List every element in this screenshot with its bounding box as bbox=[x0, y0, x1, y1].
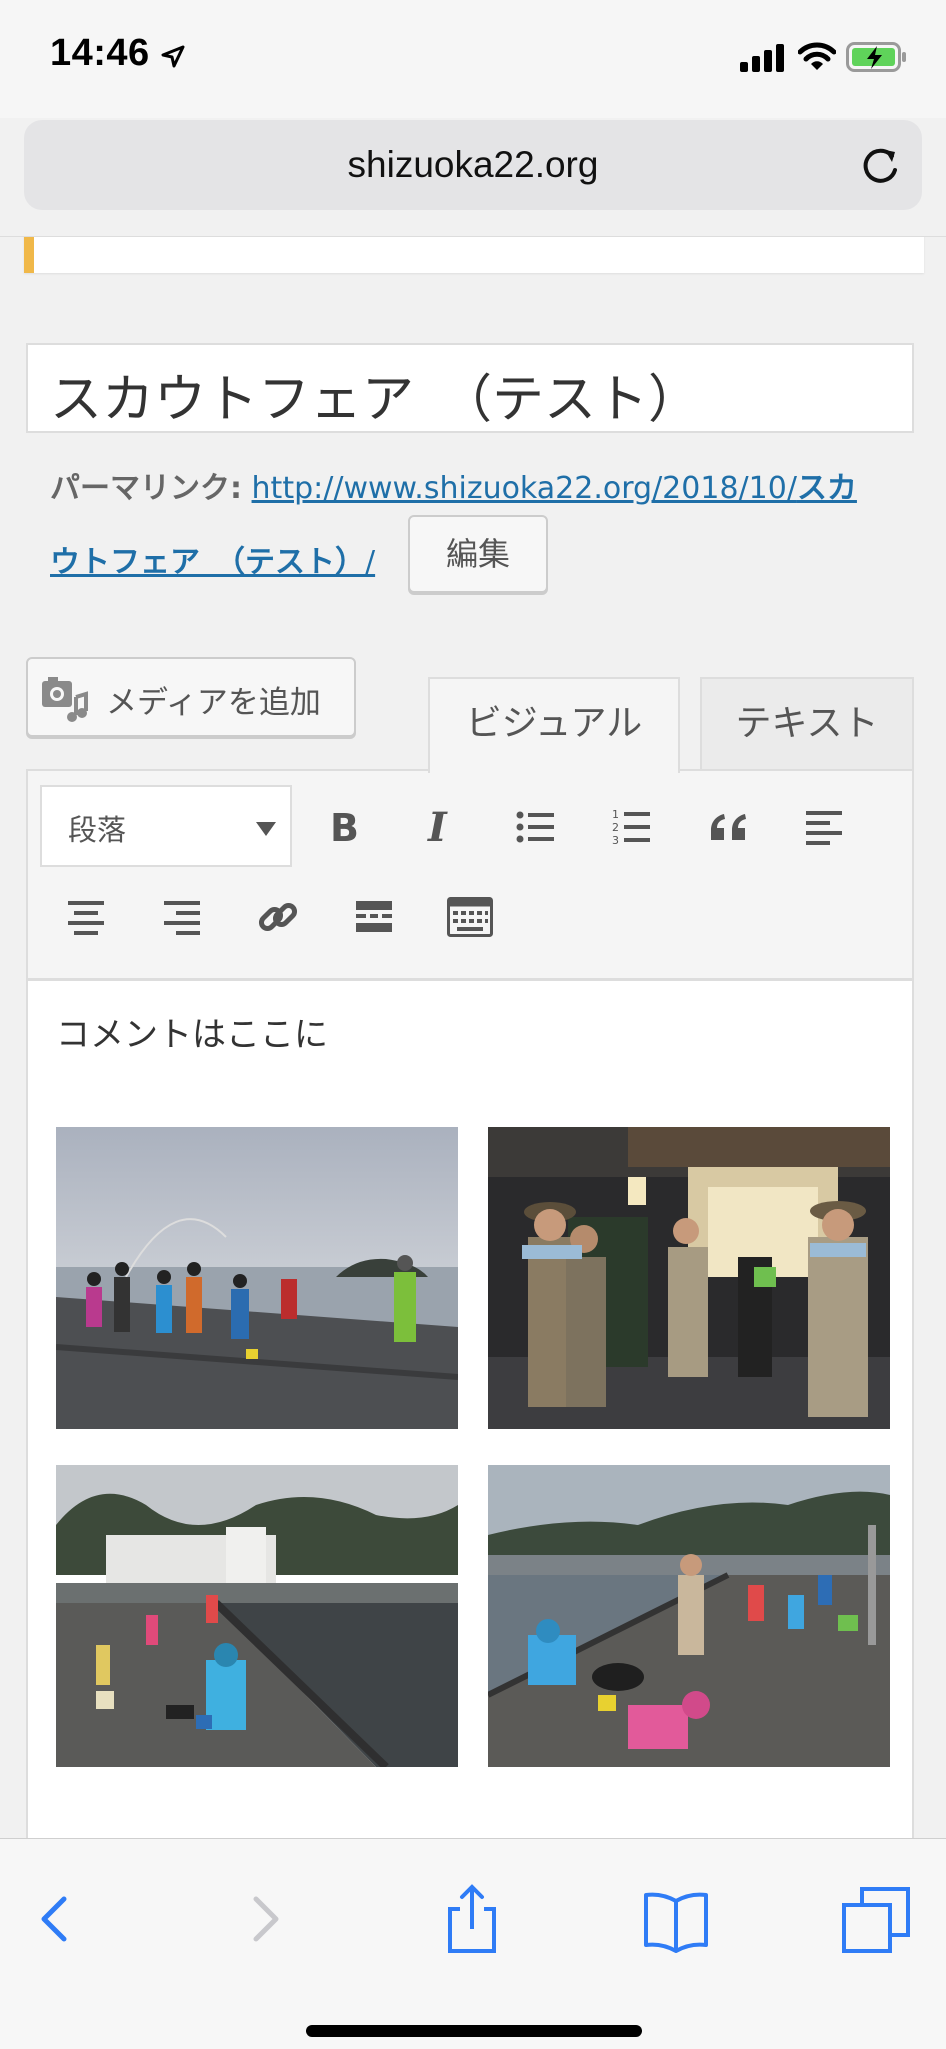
reload-icon[interactable] bbox=[858, 144, 902, 192]
scouts-evening-photo[interactable] bbox=[488, 1127, 890, 1429]
editor-toolbar: 段落 B I 1 2 3 bbox=[26, 769, 914, 981]
link-icon[interactable] bbox=[246, 885, 310, 949]
dropdown-arrow-icon bbox=[256, 821, 276, 840]
share-icon[interactable] bbox=[432, 1879, 512, 1959]
permalink-row-continued: ウトフェア （テスト）/ bbox=[50, 537, 375, 581]
location-arrow-icon bbox=[160, 44, 186, 74]
add-media-icon bbox=[40, 675, 90, 727]
admin-notice bbox=[24, 237, 924, 273]
harbor-mountains-photo[interactable] bbox=[56, 1465, 458, 1767]
format-select[interactable]: 段落 bbox=[40, 785, 292, 867]
tab-text[interactable]: テキスト bbox=[700, 677, 914, 771]
content-paragraph[interactable]: コメントはここに bbox=[56, 1007, 328, 1056]
format-select-value: 段落 bbox=[68, 813, 127, 847]
wifi-icon bbox=[797, 42, 837, 76]
kids-fishing-photo[interactable] bbox=[488, 1465, 890, 1767]
blockquote-icon[interactable] bbox=[696, 795, 760, 859]
align-center-icon[interactable] bbox=[54, 885, 118, 949]
tab-visual[interactable]: ビジュアル bbox=[428, 677, 680, 773]
permalink-link-continued[interactable]: ウトフェア （テスト）/ bbox=[50, 545, 375, 580]
toolbar-toggle-icon[interactable] bbox=[438, 885, 502, 949]
post-title-input[interactable]: スカウトフェア （テスト） bbox=[26, 343, 914, 433]
edit-permalink-button[interactable]: 編集 bbox=[408, 515, 548, 593]
url-text[interactable]: shizuoka22.org bbox=[24, 144, 922, 186]
status-time: 14:46 bbox=[50, 32, 150, 74]
align-left-icon[interactable] bbox=[792, 795, 856, 859]
align-right-icon[interactable] bbox=[150, 885, 214, 949]
add-media-button[interactable]: メディアを追加 bbox=[26, 657, 356, 737]
forward-icon[interactable] bbox=[224, 1879, 304, 1959]
read-more-icon[interactable] bbox=[342, 885, 406, 949]
bullet-list-icon[interactable] bbox=[504, 795, 568, 859]
numbered-list-icon[interactable]: 1 2 3 bbox=[600, 795, 664, 859]
cellular-signal-icon bbox=[740, 44, 786, 76]
post-title-text[interactable]: スカウトフェア （テスト） bbox=[50, 357, 700, 432]
battery-charging-icon bbox=[846, 42, 908, 76]
permalink-row: パーマリンク: http://www.shizuoka22.org/2018/1… bbox=[50, 463, 857, 507]
add-media-label: メディアを追加 bbox=[106, 685, 321, 721]
home-indicator bbox=[306, 2025, 642, 2037]
svg-text:3: 3 bbox=[612, 834, 619, 847]
tabs-icon[interactable] bbox=[836, 1879, 916, 1959]
browser-toolbar bbox=[0, 1838, 946, 2049]
permalink-link[interactable]: http://www.shizuoka22.org/2018/10/スカ bbox=[252, 471, 857, 506]
svg-text:I: I bbox=[427, 807, 448, 847]
italic-icon[interactable]: I bbox=[408, 795, 472, 859]
permalink-label: パーマリンク: bbox=[50, 471, 242, 506]
editor-content-area[interactable]: コメントはここに bbox=[26, 981, 914, 1839]
bold-icon[interactable]: B bbox=[312, 795, 376, 859]
bookmarks-icon[interactable] bbox=[636, 1879, 716, 1959]
back-icon[interactable] bbox=[16, 1879, 96, 1959]
svg-text:2: 2 bbox=[612, 821, 619, 834]
fishing-pier-photo[interactable] bbox=[56, 1127, 458, 1429]
svg-text:B: B bbox=[330, 807, 359, 847]
wordpress-editor-page: スカウトフェア （テスト） パーマリンク: http://www.shizuok… bbox=[0, 236, 946, 1839]
svg-text:1: 1 bbox=[612, 808, 619, 821]
status-bar: 14:46 bbox=[0, 0, 946, 118]
address-bar[interactable]: shizuoka22.org bbox=[24, 120, 922, 210]
